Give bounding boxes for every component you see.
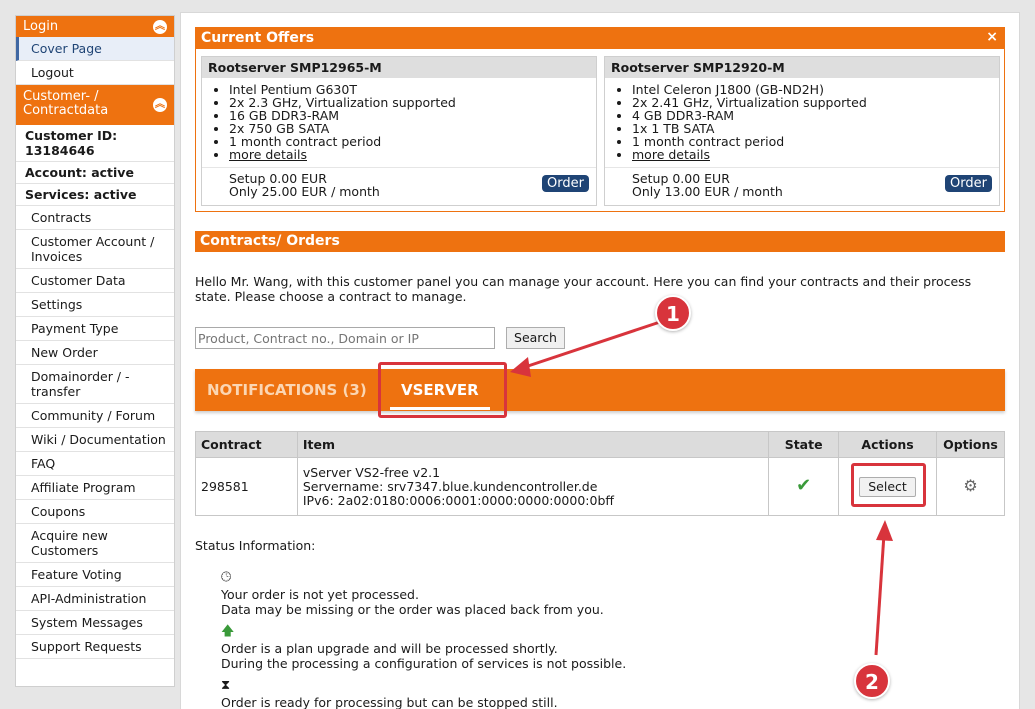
column-header-contract[interactable]: Contract: [195, 431, 298, 458]
sidebar-item-support-requests[interactable]: Support Requests: [16, 635, 174, 659]
column-header-options: Options: [935, 431, 1006, 458]
annotation-badge-1: 1: [655, 295, 691, 331]
sidebar-item-feature-voting[interactable]: Feature Voting: [16, 563, 174, 587]
column-header-actions: Actions: [838, 431, 937, 458]
highlight-vserver-tab: [378, 362, 507, 418]
contract-item: vServer VS2-free v2.1 Servername: srv734…: [296, 457, 770, 516]
sidebar: Login ︽ Cover Page Logout Customer- / Co…: [15, 15, 175, 687]
sidebar-item-payment-type[interactable]: Payment Type: [16, 317, 174, 341]
sidebar-item-domainorder-transfer[interactable]: Domainorder / - transfer: [16, 365, 174, 404]
offer-title: Rootserver SMP12965-M: [202, 57, 596, 78]
item-name: vServer VS2-free v2.1: [302, 464, 441, 480]
sidebar-item-community-forum[interactable]: Community / Forum: [16, 404, 174, 428]
sidebar-item-acquire-new-customers[interactable]: Acquire new Customers: [16, 524, 174, 563]
intro-text: Hello Mr. Wang, with this customer panel…: [195, 274, 972, 304]
current-offers-panel: Current Offers × Rootserver SMP12965-M I…: [195, 27, 1005, 212]
customer-id: Customer ID: 13184646: [16, 125, 174, 162]
offer-title: Rootserver SMP12920-M: [605, 57, 999, 78]
offer-price: Only 13.00 EUR / month: [632, 184, 783, 199]
clock-icon: 🕒︎: [221, 570, 232, 585]
login-header-label: Login: [23, 19, 59, 34]
more-details-link[interactable]: more details: [632, 147, 710, 162]
offer-features: Intel Pentium G630T 2x 2.3 GHz, Virtuali…: [229, 83, 596, 161]
offer-features: Intel Celeron J1800 (GB-ND2H) 2x 2.41 GH…: [632, 83, 999, 161]
offer-card: Rootserver SMP12965-M Intel Pentium G630…: [201, 56, 597, 206]
status-entry: ⧗ Order is ready for processing but can …: [221, 678, 558, 709]
check-icon: ✔: [796, 475, 812, 496]
status-line: Order is a plan upgrade and will be proc…: [221, 641, 558, 656]
sidebar-item-affiliate-program[interactable]: Affiliate Program: [16, 476, 174, 500]
status-information: Status Information:: [195, 538, 975, 553]
sidebar-item-faq[interactable]: FAQ: [16, 452, 174, 476]
annotation-badge-2: 2: [854, 663, 890, 699]
sidebar-item-api-administration[interactable]: API-Administration: [16, 587, 174, 611]
offer-card: Rootserver SMP12920-M Intel Celeron J180…: [604, 56, 1000, 206]
status-entry: 🕒︎ Your order is not yet processed. Data…: [221, 570, 604, 617]
offers-title: Current Offers: [201, 30, 315, 46]
order-button[interactable]: Order: [945, 175, 992, 192]
order-button[interactable]: Order: [542, 175, 589, 192]
column-header-item[interactable]: Item: [296, 431, 770, 458]
sidebar-item-settings[interactable]: Settings: [16, 293, 174, 317]
services-status: Services: active: [16, 184, 174, 206]
contract-options: ⚙: [935, 457, 1006, 516]
hourglass-icon: ⧗: [221, 678, 231, 693]
sidebar-item-contracts[interactable]: Contracts: [16, 206, 174, 230]
sidebar-item-coupons[interactable]: Coupons: [16, 500, 174, 524]
status-line: Data may be missing or the order was pla…: [221, 602, 604, 617]
contracts-header: Contracts/ Orders: [195, 231, 1005, 252]
customer-section-header[interactable]: Customer- / Contractdata ︽: [16, 85, 174, 125]
search-button[interactable]: Search: [506, 327, 565, 349]
status-line: Order is ready for processing but can be…: [221, 695, 558, 709]
sidebar-item-logout[interactable]: Logout: [16, 61, 174, 85]
column-header-state[interactable]: State: [768, 431, 840, 458]
sidebar-item-cover-page[interactable]: Cover Page: [16, 37, 174, 61]
status-line: During the processing a configuration of…: [221, 656, 627, 671]
sidebar-item-customer-account-invoices[interactable]: Customer Account / Invoices: [16, 230, 174, 269]
contract-number: 298581: [195, 457, 298, 516]
status-title: Status Information:: [195, 538, 316, 553]
tab-notifications[interactable]: NOTIFICATIONS (3): [207, 369, 367, 411]
account-status: Account: active: [16, 162, 174, 184]
status-line: Your order is not yet processed.: [221, 587, 419, 602]
search-input[interactable]: [195, 327, 495, 349]
collapse-icon[interactable]: ︽: [153, 98, 167, 112]
more-details-link[interactable]: more details: [229, 147, 307, 162]
highlight-select-button: [851, 463, 926, 507]
offer-price: Only 25.00 EUR / month: [229, 184, 380, 199]
close-icon[interactable]: ×: [986, 29, 998, 45]
tab-bar: NOTIFICATIONS (3) VSERVER: [195, 369, 1005, 411]
offer-pricing: Setup 0.00 EUR Only 25.00 EUR / month Or…: [202, 167, 596, 205]
login-section-header[interactable]: Login ︽: [16, 16, 174, 37]
item-servername: Servername: srv7347.blue.kundencontrolle…: [302, 478, 598, 494]
collapse-icon[interactable]: ︽: [153, 19, 167, 34]
gear-icon[interactable]: ⚙: [963, 476, 977, 495]
offer-pricing: Setup 0.00 EUR Only 13.00 EUR / month Or…: [605, 167, 999, 205]
item-ipv6: IPv6: 2a02:0180:0006:0001:0000:0000:0000…: [302, 492, 615, 508]
sidebar-item-wiki-documentation[interactable]: Wiki / Documentation: [16, 428, 174, 452]
offers-header: Current Offers ×: [196, 28, 1004, 49]
sidebar-menu: Contracts Customer Account / Invoices Cust…: [16, 206, 174, 659]
table-header-row: Contract Item State Actions Options: [195, 431, 1006, 458]
status-entry: 🡅 Order is a plan upgrade and will be pr…: [221, 624, 626, 671]
sidebar-item-new-order[interactable]: New Order: [16, 341, 174, 365]
sidebar-item-customer-data[interactable]: Customer Data: [16, 269, 174, 293]
arrow-up-icon: 🡅: [221, 624, 235, 639]
contract-state: ✔: [768, 457, 840, 516]
sidebar-item-system-messages[interactable]: System Messages: [16, 611, 174, 635]
customer-header-label: Customer- / Contractdata: [23, 89, 109, 118]
main-content: Current Offers × Rootserver SMP12965-M I…: [180, 12, 1020, 709]
